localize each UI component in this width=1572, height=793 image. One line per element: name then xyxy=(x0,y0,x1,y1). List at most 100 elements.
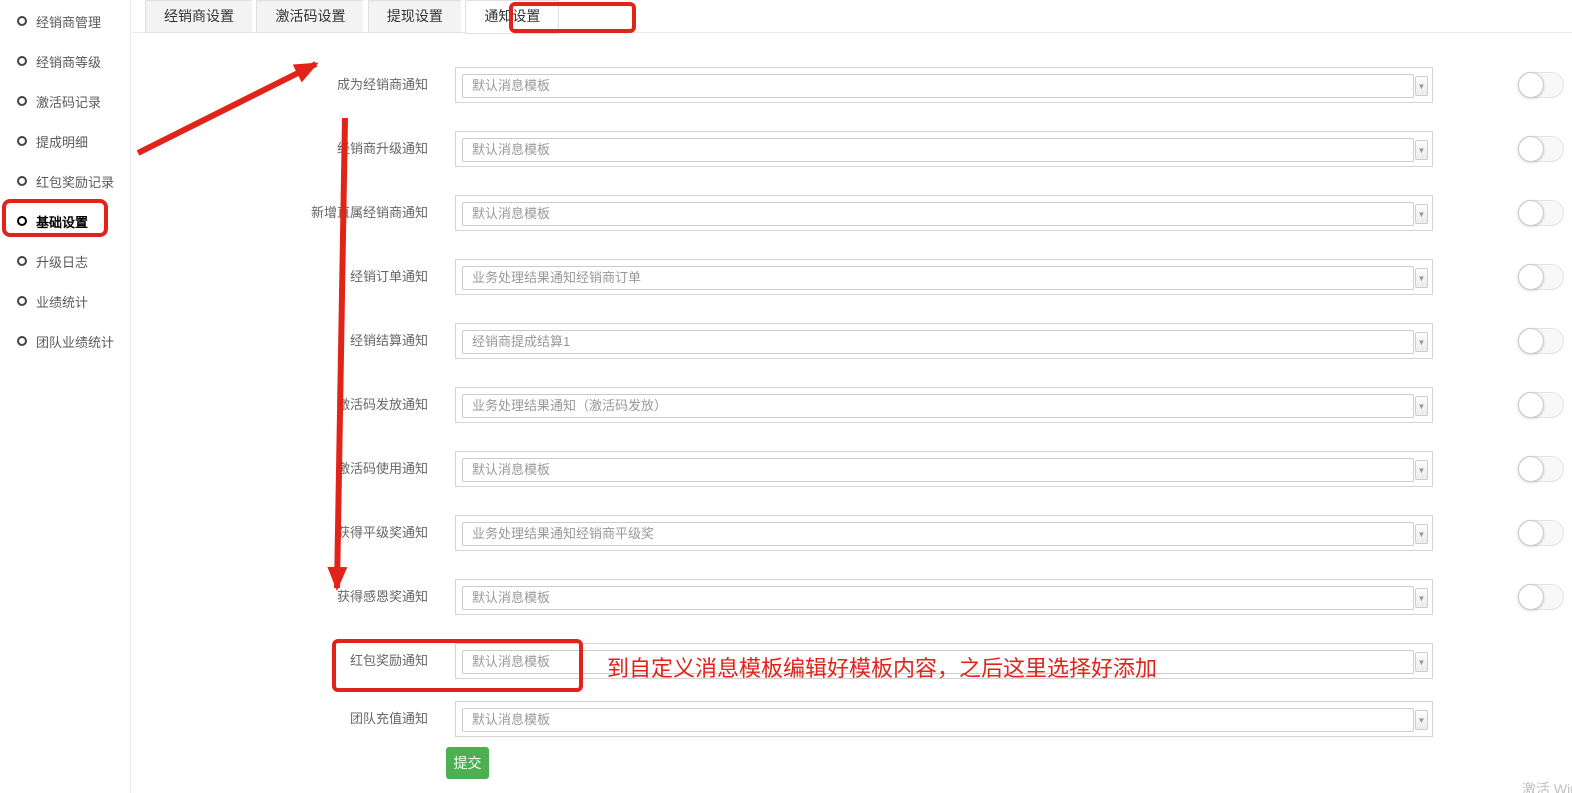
chevron-down-icon[interactable]: ▼ xyxy=(1415,204,1428,224)
field-label: 经销结算通知 xyxy=(132,323,428,359)
toggle-knob xyxy=(1518,72,1544,98)
chevron-down-icon[interactable]: ▼ xyxy=(1415,588,1428,608)
circle-bullet-icon xyxy=(17,96,27,106)
sidebar: 经销商管理 经销商等级 激活码记录 提成明细 红包奖励记录 基础设置 升级日志 xyxy=(0,0,131,793)
select-value: 默认消息模板 xyxy=(462,202,1414,226)
field-label: 经销商升级通知 xyxy=(132,131,428,167)
sidebar-item-6[interactable]: 升级日志 xyxy=(0,241,130,281)
sidebar-item-1[interactable]: 经销商等级 xyxy=(0,41,130,81)
toggle-knob xyxy=(1518,584,1544,610)
toggle-knob xyxy=(1518,520,1544,546)
field-label: 获得平级奖通知 xyxy=(132,515,428,551)
tab-2[interactable]: 提现设置 xyxy=(368,0,461,33)
select-value: 业务处理结果通知经销商平级奖 xyxy=(462,522,1414,546)
form-row: 新增直属经销商通知 默认消息模板 ▼ xyxy=(132,195,1572,231)
tab-bar: 经销商设置 激活码设置 提现设置 通知设置 xyxy=(132,0,1572,33)
field-label: 激活码使用通知 xyxy=(132,451,428,487)
template-select[interactable]: 默认消息模板 ▼ xyxy=(455,67,1433,103)
form-row: 激活码使用通知 默认消息模板 ▼ xyxy=(132,451,1572,487)
field-label: 经销订单通知 xyxy=(132,259,428,295)
tab-3[interactable]: 通知设置 xyxy=(465,0,559,34)
submit-button[interactable]: 提交 xyxy=(446,747,489,779)
toggle-knob xyxy=(1518,392,1544,418)
toggle-knob xyxy=(1518,456,1544,482)
chevron-down-icon[interactable]: ▼ xyxy=(1415,332,1428,352)
toggle-knob xyxy=(1518,136,1544,162)
toggle-switch[interactable] xyxy=(1518,200,1564,226)
circle-bullet-icon xyxy=(17,216,27,226)
form-row: 经销商升级通知 默认消息模板 ▼ xyxy=(132,131,1572,167)
toggle-switch[interactable] xyxy=(1518,264,1564,290)
template-select[interactable]: 默认消息模板 ▼ xyxy=(455,131,1433,167)
sidebar-item-4[interactable]: 红包奖励记录 xyxy=(0,161,130,201)
select-value: 默认消息模板 xyxy=(462,586,1414,610)
chevron-down-icon[interactable]: ▼ xyxy=(1415,460,1428,480)
toggle-switch[interactable] xyxy=(1518,456,1564,482)
select-value: 业务处理结果通知（激活码发放） xyxy=(462,394,1414,418)
sidebar-item-label: 红包奖励记录 xyxy=(36,172,114,191)
sidebar-item-5[interactable]: 基础设置 xyxy=(0,201,130,241)
field-label: 激活码发放通知 xyxy=(132,387,428,423)
template-select[interactable]: 业务处理结果通知经销商平级奖 ▼ xyxy=(455,515,1433,551)
sidebar-item-label: 激活码记录 xyxy=(36,92,101,111)
sidebar-item-label: 业绩统计 xyxy=(36,292,88,311)
chevron-down-icon[interactable]: ▼ xyxy=(1415,396,1428,416)
select-value: 默认消息模板 xyxy=(462,138,1414,162)
template-select[interactable]: 经销商提成结算1 ▼ xyxy=(455,323,1433,359)
form-row: 经销结算通知 经销商提成结算1 ▼ xyxy=(132,323,1572,359)
circle-bullet-icon xyxy=(17,176,27,186)
chevron-down-icon[interactable]: ▼ xyxy=(1415,710,1428,730)
field-label: 红包奖励通知 xyxy=(132,643,428,679)
toggle-switch[interactable] xyxy=(1518,72,1564,98)
chevron-down-icon[interactable]: ▼ xyxy=(1415,268,1428,288)
toggle-switch[interactable] xyxy=(1518,328,1564,354)
toggle-knob xyxy=(1518,200,1544,226)
sidebar-item-label: 经销商等级 xyxy=(36,52,101,71)
toggle-knob xyxy=(1518,264,1544,290)
field-label: 获得感恩奖通知 xyxy=(132,579,428,615)
select-value: 业务处理结果通知经销商订单 xyxy=(462,266,1414,290)
toggle-switch[interactable] xyxy=(1518,392,1564,418)
toggle-switch[interactable] xyxy=(1518,136,1564,162)
template-select[interactable]: 业务处理结果通知（激活码发放） ▼ xyxy=(455,387,1433,423)
sidebar-item-2[interactable]: 激活码记录 xyxy=(0,81,130,121)
template-select[interactable]: 默认消息模板 ▼ xyxy=(455,451,1433,487)
form-row: 激活码发放通知 业务处理结果通知（激活码发放） ▼ xyxy=(132,387,1572,423)
form-row: 获得平级奖通知 业务处理结果通知经销商平级奖 ▼ xyxy=(132,515,1572,551)
template-select[interactable]: 默认消息模板 ▼ xyxy=(455,579,1433,615)
circle-bullet-icon xyxy=(17,336,27,346)
template-select[interactable]: 业务处理结果通知经销商订单 ▼ xyxy=(455,259,1433,295)
main-content: 经销商设置 激活码设置 提现设置 通知设置 成为经销商通知 默认消息模板 ▼ 经… xyxy=(132,0,1572,793)
select-value: 默认消息模板 xyxy=(462,650,1414,674)
chevron-down-icon[interactable]: ▼ xyxy=(1415,524,1428,544)
chevron-down-icon[interactable]: ▼ xyxy=(1415,652,1428,672)
sidebar-item-3[interactable]: 提成明细 xyxy=(0,121,130,161)
sidebar-item-0[interactable]: 经销商管理 xyxy=(0,1,130,41)
sidebar-item-label: 经销商管理 xyxy=(36,12,101,31)
sidebar-item-label: 升级日志 xyxy=(36,252,88,271)
sidebar-item-label: 团队业绩统计 xyxy=(36,332,114,351)
field-label: 成为经销商通知 xyxy=(132,67,428,103)
toggle-switch[interactable] xyxy=(1518,520,1564,546)
circle-bullet-icon xyxy=(17,16,27,26)
form-row: 成为经销商通知 默认消息模板 ▼ xyxy=(132,67,1572,103)
sidebar-item-label: 提成明细 xyxy=(36,132,88,151)
chevron-down-icon[interactable]: ▼ xyxy=(1415,140,1428,160)
form-row: 获得感恩奖通知 默认消息模板 ▼ xyxy=(132,579,1572,615)
sidebar-item-label: 基础设置 xyxy=(36,212,88,231)
form-row: 红包奖励通知 默认消息模板 ▼ xyxy=(132,643,1572,679)
select-value: 默认消息模板 xyxy=(462,708,1414,732)
tab-0[interactable]: 经销商设置 xyxy=(145,0,252,33)
select-value: 默认消息模板 xyxy=(462,458,1414,482)
template-select[interactable]: 默认消息模板 ▼ xyxy=(455,701,1433,737)
select-value: 经销商提成结算1 xyxy=(462,330,1414,354)
page: 经销商管理 经销商等级 激活码记录 提成明细 红包奖励记录 基础设置 升级日志 xyxy=(0,0,1572,793)
template-select[interactable]: 默认消息模板 ▼ xyxy=(455,195,1433,231)
tab-1[interactable]: 激活码设置 xyxy=(256,0,363,33)
circle-bullet-icon xyxy=(17,136,27,146)
toggle-switch[interactable] xyxy=(1518,584,1564,610)
sidebar-item-8[interactable]: 团队业绩统计 xyxy=(0,321,130,361)
chevron-down-icon[interactable]: ▼ xyxy=(1415,76,1428,96)
sidebar-item-7[interactable]: 业绩统计 xyxy=(0,281,130,321)
template-select[interactable]: 默认消息模板 ▼ xyxy=(455,643,1433,679)
